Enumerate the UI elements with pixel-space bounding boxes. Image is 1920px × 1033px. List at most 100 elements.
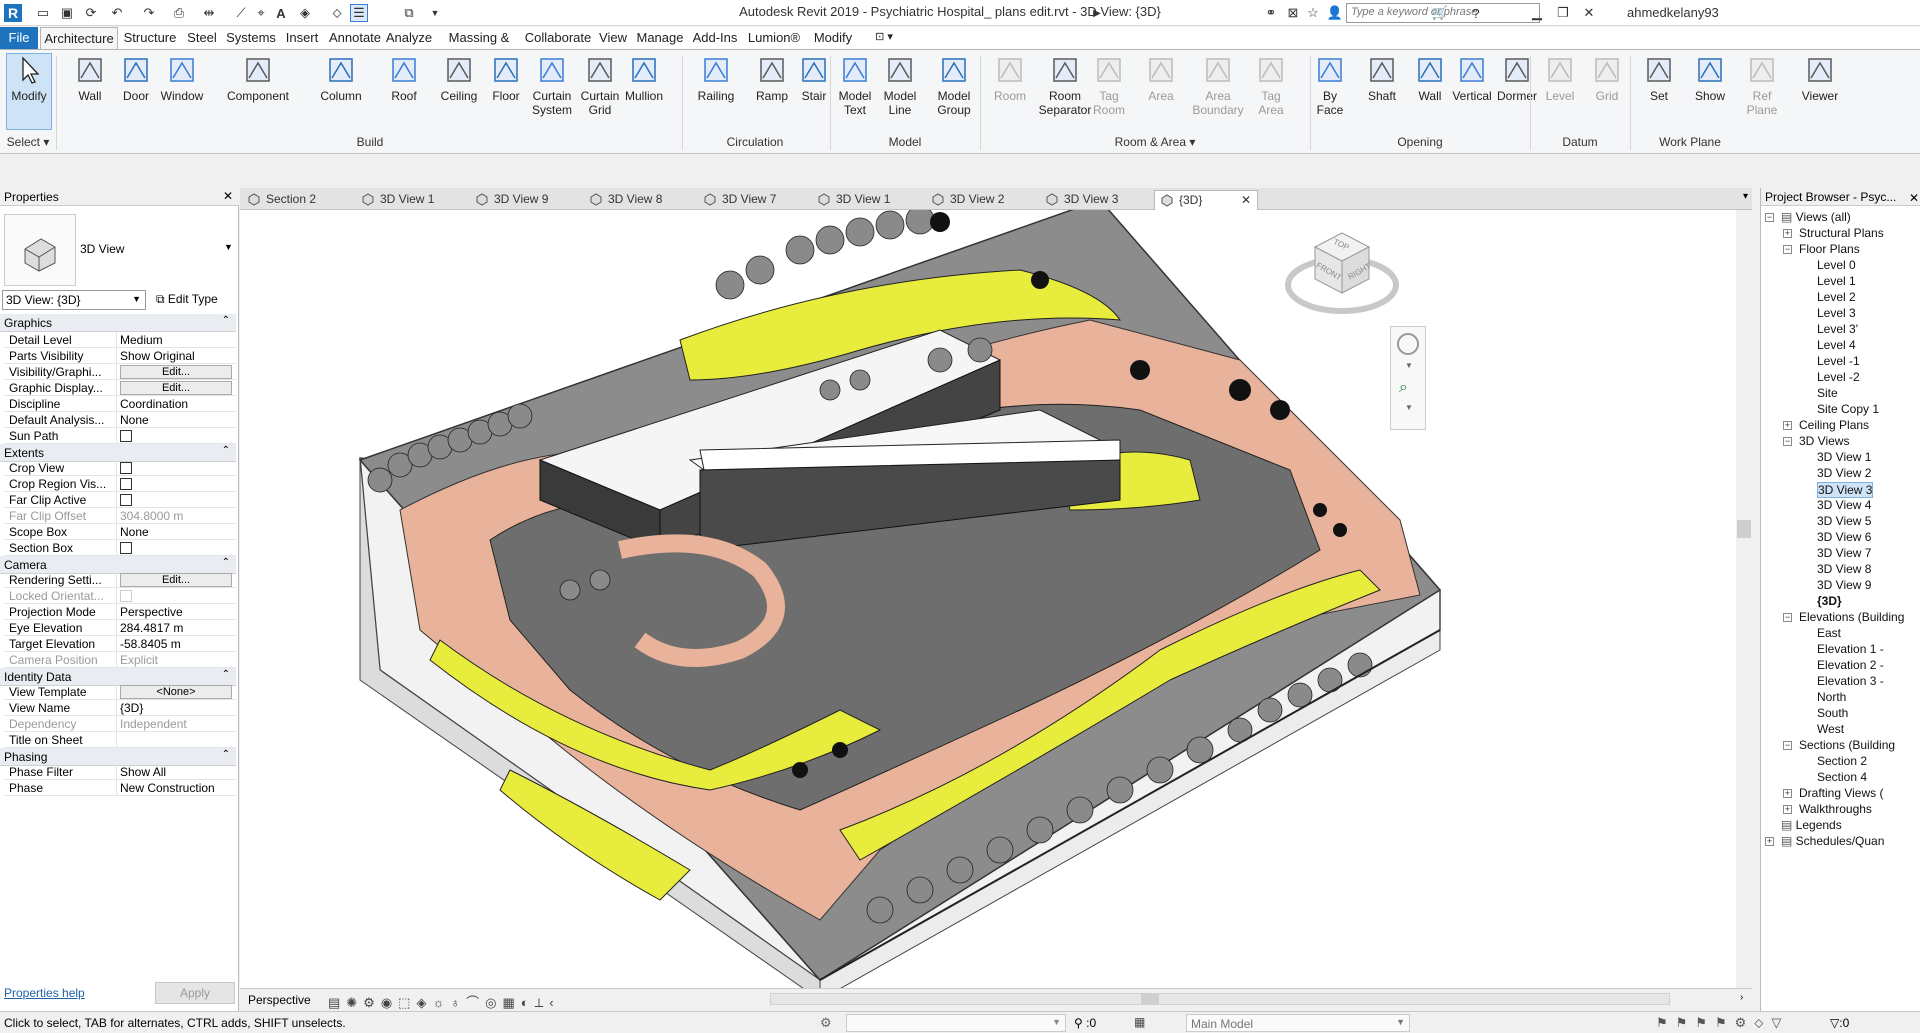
qat-dropdown-icon[interactable]: ▼ — [426, 4, 444, 22]
browser-item[interactable]: Walkthroughs — [1799, 802, 1872, 816]
browser-item[interactable]: 3D View 3 — [1817, 482, 1874, 498]
modify-button[interactable]: Modify — [6, 54, 52, 103]
property-value[interactable]: 304.8000 m — [116, 508, 236, 524]
design-options-icon[interactable]: ▦ — [1134, 1015, 1145, 1029]
browser-item[interactable]: 3D View 5 — [1817, 514, 1871, 528]
viewer-button[interactable]: Viewer — [1796, 54, 1844, 103]
property-value[interactable]: New Construction — [116, 780, 236, 796]
room-separator-button[interactable]: Room Separator — [1036, 54, 1094, 117]
area-button[interactable]: Area — [1140, 54, 1182, 103]
window-button[interactable]: Window — [156, 54, 208, 103]
view-tab[interactable]: 3D View 8 — [584, 190, 694, 210]
steering-wheel-dropdown-icon[interactable]: ▼ — [1405, 361, 1413, 370]
expand-node-icon[interactable]: + — [1783, 421, 1792, 430]
expand-node-icon[interactable]: + — [1783, 805, 1792, 814]
3d-view-icon[interactable]: ◈ — [296, 4, 314, 22]
browser-item[interactable]: North — [1817, 690, 1846, 704]
zoom-icon[interactable]: ⌕ — [1399, 379, 1408, 397]
collapse-chevron-icon[interactable]: ⌃ — [222, 669, 230, 680]
tab-structure[interactable]: Structure — [120, 27, 180, 49]
browser-item[interactable]: Elevation 3 - — [1817, 674, 1884, 688]
revit-logo-icon[interactable]: R — [4, 4, 22, 22]
ref-plane-button[interactable]: Ref Plane — [1744, 54, 1780, 117]
browser-item[interactable]: 3D View 8 — [1817, 562, 1871, 576]
property-value[interactable] — [116, 540, 236, 556]
railing-button[interactable]: Railing — [692, 54, 740, 103]
ramp-button[interactable]: Ramp — [752, 54, 792, 103]
property-value[interactable]: Medium — [116, 332, 236, 348]
tab-insert[interactable]: Insert — [279, 27, 325, 49]
area-boundary-button[interactable]: Area Boundary — [1188, 54, 1248, 117]
property-value[interactable]: Explicit — [116, 652, 236, 668]
tab-add-ins[interactable]: Add-Ins — [688, 27, 742, 49]
user-name[interactable]: ahmedkelany93 — [1627, 5, 1719, 20]
tab-lumion[interactable]: Lumion® — [742, 27, 806, 49]
browser-item[interactable]: Level 3' — [1817, 322, 1858, 336]
tab-systems[interactable]: Systems — [222, 27, 280, 49]
property-value[interactable]: Show Original — [116, 348, 236, 364]
edit-button[interactable]: Edit... — [120, 381, 232, 395]
ceiling-button[interactable]: Ceiling — [436, 54, 482, 103]
browser-item[interactable]: Elevation 2 - — [1817, 658, 1884, 672]
tab-view[interactable]: View — [594, 27, 632, 49]
switch-windows-icon[interactable]: ⧉ — [400, 4, 418, 22]
view-tab[interactable]: Section 2 — [242, 190, 352, 210]
collapse-node-icon[interactable]: − — [1783, 245, 1792, 254]
room-button[interactable]: Room — [988, 54, 1032, 103]
viewcube[interactable]: TOP FRONT RIGHT — [1285, 225, 1400, 320]
browser-item[interactable]: Site — [1817, 386, 1838, 400]
close-window-icon[interactable]: ✕ — [1580, 4, 1598, 22]
help-icon[interactable]: ? — [1467, 4, 1485, 22]
collapse-chevron-icon[interactable]: ⌃ — [222, 445, 230, 456]
apply-button[interactable]: Apply — [155, 982, 235, 1004]
property-value[interactable]: <None> — [116, 684, 236, 700]
expand-search-icon[interactable]: ▶ — [1088, 4, 1106, 22]
browser-item[interactable]: ▤ Legends — [1781, 818, 1842, 832]
minimize-icon[interactable]: ▁ — [1528, 4, 1546, 22]
model-group-button[interactable]: Model Group — [932, 54, 976, 117]
instance-selector[interactable]: 3D View: {3D} ▼ — [2, 290, 146, 310]
view-tab[interactable]: 3D View 1 — [812, 190, 922, 210]
browser-item[interactable]: Level 2 — [1817, 290, 1856, 304]
tab-annotate[interactable]: Annotate — [325, 27, 385, 49]
tab-collaborate[interactable]: Collaborate — [522, 27, 594, 49]
show-button[interactable]: Show — [1690, 54, 1730, 103]
property-value[interactable]: Perspective — [116, 604, 236, 620]
property-value[interactable]: 284.4817 m — [116, 620, 236, 636]
shaft-button[interactable]: Shaft — [1362, 54, 1402, 103]
tab-modify[interactable]: Modify — [806, 27, 860, 49]
tab-massing-site[interactable]: Massing & Site — [436, 27, 522, 66]
browser-item[interactable]: Level 0 — [1817, 258, 1856, 272]
browser-item[interactable]: ▤ Views (all) — [1781, 210, 1851, 224]
property-value[interactable] — [116, 460, 236, 476]
tag-icon[interactable]: ⌖ — [252, 4, 270, 22]
mullion-button[interactable]: Mullion — [620, 54, 668, 103]
browser-item[interactable]: Drafting Views ( — [1799, 786, 1883, 800]
category-graphics[interactable]: Graphics ⌃ — [0, 314, 236, 332]
property-value[interactable]: None — [116, 412, 236, 428]
browser-item[interactable]: 3D Views — [1799, 434, 1849, 448]
expand-node-icon[interactable]: + — [1783, 789, 1792, 798]
print-icon[interactable]: ⎙ — [170, 4, 188, 22]
collapse-node-icon[interactable]: − — [1783, 437, 1792, 446]
browser-item[interactable]: 3D View 2 — [1817, 466, 1871, 480]
edit-button[interactable]: <None> — [120, 685, 232, 699]
dimension-icon[interactable]: ⟋ — [232, 4, 250, 22]
expand-node-icon[interactable]: + — [1765, 837, 1774, 846]
browser-item[interactable]: Site Copy 1 — [1817, 402, 1879, 416]
stair-button[interactable]: Stair — [796, 54, 832, 103]
properties-help-link[interactable]: Properties help — [4, 986, 85, 1000]
tab-steel[interactable]: Steel — [180, 27, 224, 49]
horizontal-scrollbar[interactable] — [770, 993, 1670, 1005]
view-tab[interactable]: 3D View 3 — [1040, 190, 1150, 210]
collapse-chevron-icon[interactable]: ⌃ — [222, 557, 230, 568]
expand-node-icon[interactable]: + — [1783, 229, 1792, 238]
collapse-chevron-icon[interactable]: ⌃ — [222, 315, 230, 326]
property-value[interactable]: None — [116, 524, 236, 540]
undo-icon[interactable]: ↶ — [108, 4, 126, 22]
model-line-button[interactable]: Model Line — [880, 54, 920, 117]
browser-item[interactable]: Elevations (Building — [1799, 610, 1904, 624]
section-icon[interactable]: ⬦ — [328, 4, 346, 22]
favorites-icon[interactable]: ☆ — [1304, 4, 1322, 22]
property-value[interactable]: Edit... — [116, 364, 236, 380]
